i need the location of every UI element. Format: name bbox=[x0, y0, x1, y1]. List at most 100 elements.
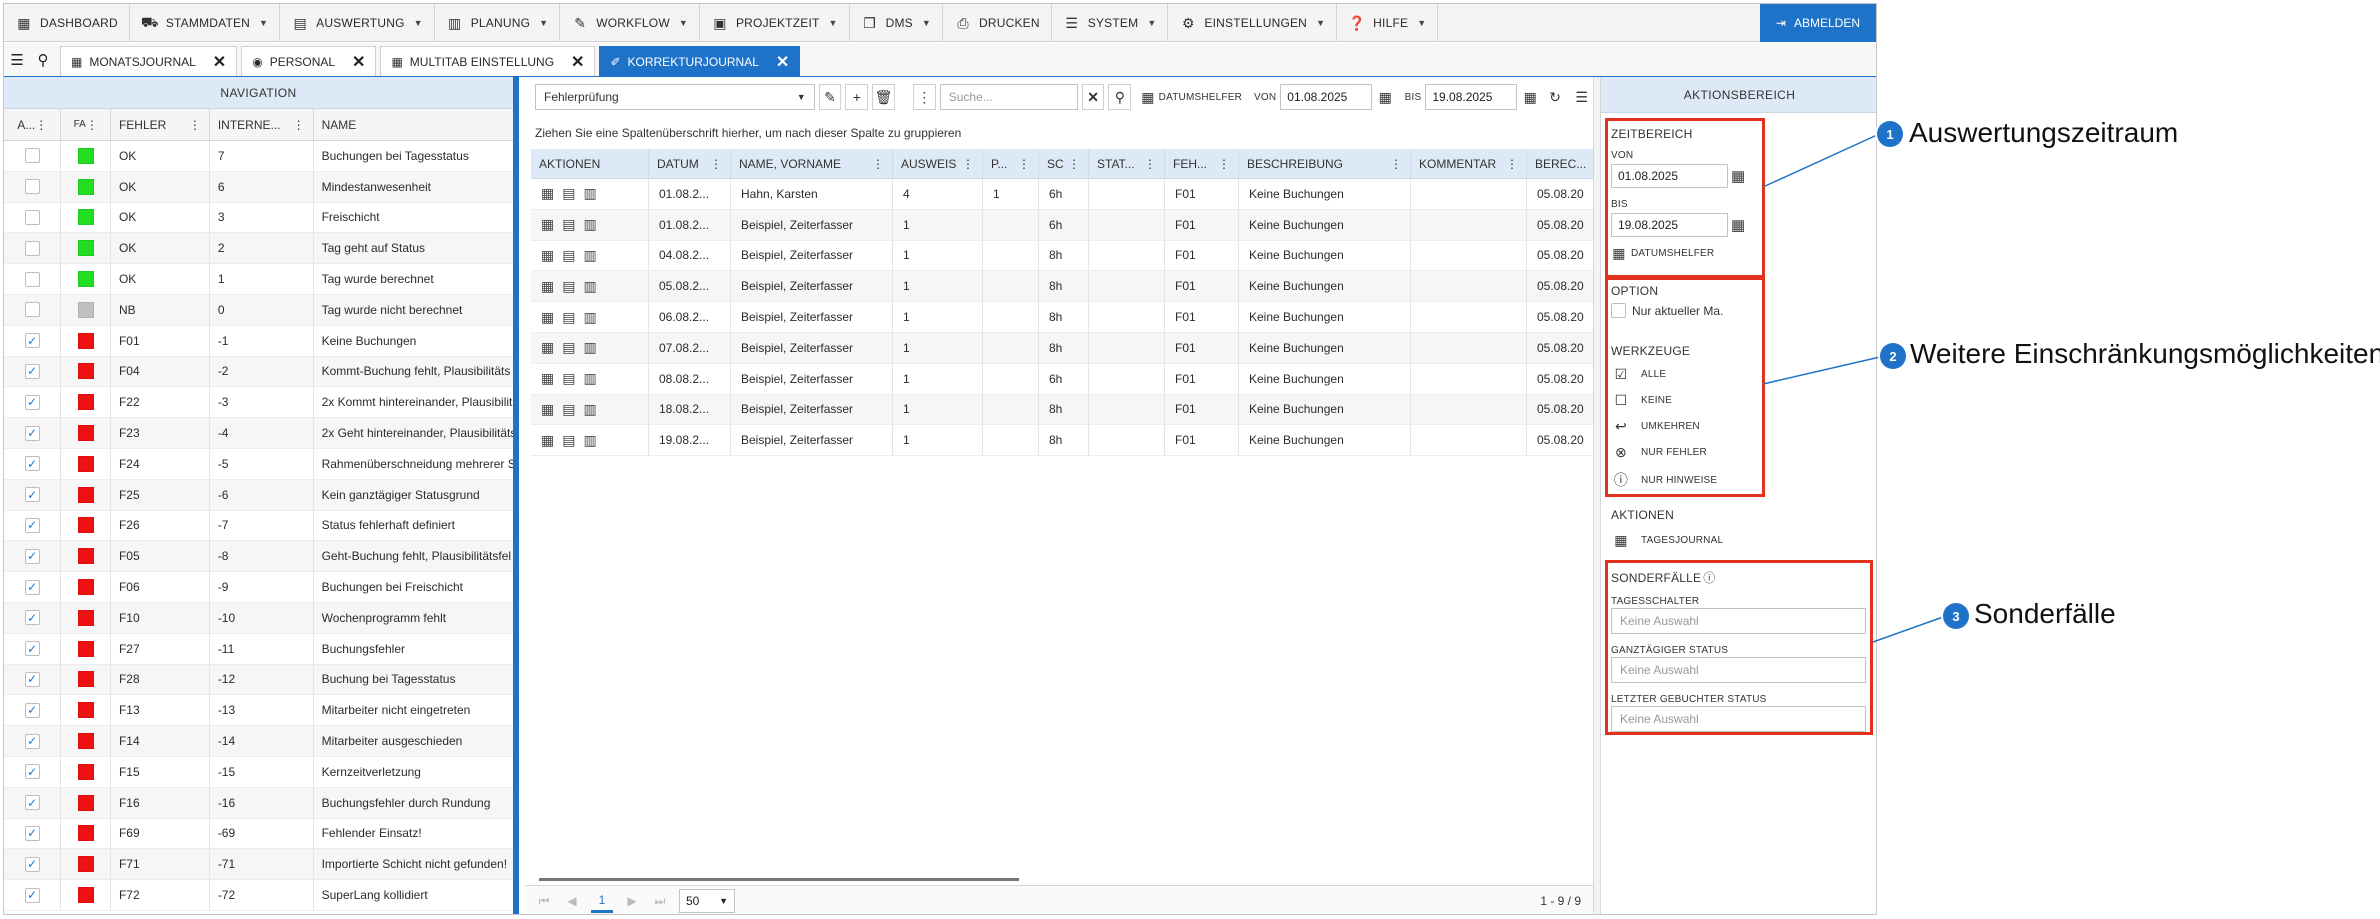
calendar-day-icon[interactable]: ▦ bbox=[541, 432, 554, 449]
row-checkbox[interactable]: ✓ bbox=[24, 610, 40, 626]
kebab-menu-icon[interactable]: ⋮ bbox=[1068, 157, 1080, 171]
kebab-menu-icon[interactable]: ⋮ bbox=[35, 118, 47, 132]
kebab-menu-icon[interactable]: ⋮ bbox=[962, 157, 974, 171]
row-checkbox[interactable]: ✓ bbox=[24, 333, 40, 349]
column-header-intern[interactable]: INTERNE... ⋮ bbox=[210, 109, 314, 140]
calendar-day-icon[interactable]: ▦ bbox=[541, 401, 554, 418]
letzter-status-select[interactable]: Keine Auswahl bbox=[1611, 706, 1866, 732]
kebab-menu-icon[interactable]: ⋮ bbox=[189, 118, 201, 132]
calendar-month-icon[interactable]: ▥ bbox=[583, 185, 596, 202]
row-checkbox[interactable]: ✓ bbox=[24, 641, 40, 657]
calendar-day-icon[interactable]: ▦ bbox=[541, 247, 554, 264]
column-header-beschreibung[interactable]: BESCHREIBUNG ⋮ bbox=[1239, 149, 1411, 178]
navigation-row[interactable]: ✓ F15 -15 Kernzeitverletzung bbox=[4, 756, 513, 788]
menu-drucken[interactable]: ⎙ DRUCKEN bbox=[943, 4, 1052, 42]
next-page-icon[interactable]: ▶ bbox=[623, 894, 641, 908]
von-date-input[interactable]: 01.08.2025 bbox=[1280, 84, 1372, 110]
previous-page-icon[interactable]: ◀ bbox=[563, 894, 581, 908]
calendar-month-icon[interactable]: ▥ bbox=[583, 339, 596, 356]
menu-einstellungen[interactable]: ⚙ EINSTELLUNGEN ▼ bbox=[1168, 4, 1338, 42]
ganztaegiger-status-select[interactable]: Keine Auswahl bbox=[1611, 657, 1866, 683]
logout-button[interactable]: ⇥ ABMELDEN bbox=[1759, 4, 1876, 42]
navigation-row[interactable]: ✓ F25 -6 Kein ganztägiger Statusgrund bbox=[4, 479, 513, 511]
calendar-month-icon[interactable]: ▥ bbox=[583, 370, 596, 387]
row-checkbox[interactable] bbox=[24, 302, 40, 318]
column-header-name[interactable]: NAME bbox=[314, 109, 513, 140]
kebab-menu-icon[interactable]: ⋮ bbox=[1218, 157, 1230, 171]
column-header-status[interactable]: STAT... ⋮ bbox=[1089, 149, 1165, 178]
table-row[interactable]: ▦ ▤ ▥ 07.08.2... Beispiel, Zeiterfasser 1 8h F0… bbox=[531, 332, 1593, 364]
column-header-name[interactable]: NAME, VORNAME ⋮ bbox=[731, 149, 893, 178]
table-row[interactable]: ▦ ▤ ▥ 19.08.2... Beispiel, Zeiterfasser 1 8h F0… bbox=[531, 425, 1593, 457]
column-header-fehler[interactable]: FEHLER ⋮ bbox=[111, 109, 210, 140]
navigation-row[interactable]: ✓ F22 -3 2x Kommt hintereinander, Plausibil… bbox=[4, 387, 513, 419]
search-button[interactable]: ⚲ bbox=[1108, 84, 1132, 110]
delete-button[interactable]: 🗑 bbox=[872, 84, 895, 110]
calendar-picker-icon[interactable]: ▦ bbox=[1731, 167, 1745, 185]
menu-hilfe[interactable]: ❓ HILFE ▼ bbox=[1337, 4, 1439, 42]
row-checkbox[interactable] bbox=[24, 179, 40, 195]
checkbox[interactable] bbox=[1611, 303, 1626, 318]
column-header-berechnet[interactable]: BEREC... bbox=[1527, 149, 1593, 178]
row-checkbox[interactable]: ✓ bbox=[24, 579, 40, 595]
navigation-row[interactable]: ✓ F13 -13 Mitarbeiter nicht eingetreten bbox=[4, 695, 513, 727]
info-circle-icon[interactable]: ⓘ bbox=[1703, 571, 1715, 585]
hamburger-menu-icon[interactable]: ☰ bbox=[4, 43, 30, 76]
page-size-select[interactable]: 50 ▼ bbox=[679, 889, 735, 913]
edit-button[interactable]: ✎ bbox=[818, 84, 842, 110]
navigation-row[interactable]: ✓ F06 -9 Buchungen bei Freischicht bbox=[4, 572, 513, 603]
datumshelfer-button[interactable]: ▦ DATUMSHELFER bbox=[1611, 245, 1714, 262]
panel-splitter[interactable] bbox=[1593, 77, 1601, 914]
navigation-row[interactable]: ✓ F01 -1 Keine Buchungen bbox=[4, 325, 513, 357]
navigation-row[interactable]: ✓ F72 -72 SuperLang kollidiert bbox=[4, 880, 513, 911]
current-page[interactable]: 1 bbox=[591, 889, 613, 913]
table-row[interactable]: ▦ ▤ ▥ 05.08.2... Beispiel, Zeiterfasser 1 8h F0… bbox=[531, 271, 1593, 303]
calendar-day-icon[interactable]: ▦ bbox=[541, 216, 554, 233]
row-checkbox[interactable]: ✓ bbox=[24, 671, 40, 687]
navigation-row[interactable]: OK 7 Buchungen bei Tagesstatus bbox=[4, 141, 513, 172]
calendar-month-icon[interactable]: ▥ bbox=[583, 216, 596, 233]
table-row[interactable]: ▦ ▤ ▥ 18.08.2... Beispiel, Zeiterfasser 1 8h F0… bbox=[531, 394, 1593, 426]
view-select[interactable]: Fehlerprüfung ▼ bbox=[535, 84, 815, 110]
navigation-row[interactable]: OK 3 Freischicht bbox=[4, 202, 513, 234]
calendar-day-icon[interactable]: ▦ bbox=[541, 278, 554, 295]
calendar-edit-icon[interactable]: ▤ bbox=[562, 339, 575, 356]
add-button[interactable]: + bbox=[845, 84, 869, 110]
menu-dms[interactable]: ❐ DMS ▼ bbox=[850, 4, 944, 42]
column-header-datum[interactable]: DATUM ⋮ bbox=[649, 149, 731, 178]
tool-alle[interactable]: ☑ ALLE bbox=[1613, 366, 1666, 383]
row-checkbox[interactable]: ✓ bbox=[24, 702, 40, 718]
navigation-row[interactable]: ✓ F24 -5 Rahmenüberschneidung mehrerer S bbox=[4, 448, 513, 480]
row-checkbox[interactable]: ✓ bbox=[24, 825, 40, 841]
navigation-row[interactable]: ✓ F14 -14 Mitarbeiter ausgeschieden bbox=[4, 726, 513, 757]
column-header-sc[interactable]: SC ⋮ bbox=[1039, 149, 1089, 178]
row-checkbox[interactable]: ✓ bbox=[24, 425, 40, 441]
close-icon[interactable]: ✕ bbox=[352, 52, 365, 72]
calendar-edit-icon[interactable]: ▤ bbox=[562, 401, 575, 418]
tool-keine[interactable]: ☐ KEINE bbox=[1613, 392, 1672, 409]
column-header-kommentar[interactable]: KOMMENTAR ⋮ bbox=[1411, 149, 1527, 178]
calendar-day-icon[interactable]: ▦ bbox=[541, 370, 554, 387]
row-checkbox[interactable] bbox=[24, 148, 40, 164]
nur-aktueller-checkbox[interactable]: Nur aktueller Ma. bbox=[1611, 303, 1723, 318]
navigation-row[interactable]: ✓ F04 -2 Kommt-Buchung fehlt, Plausibilität… bbox=[4, 356, 513, 388]
table-row[interactable]: ▦ ▤ ▥ 04.08.2... Beispiel, Zeiterfasser 1 8h F0… bbox=[531, 240, 1593, 272]
search-icon[interactable]: ⚲ bbox=[30, 43, 56, 76]
tab-monatsjournal[interactable]: ▦ MONATSJOURNAL ✕ bbox=[60, 46, 238, 76]
menu-auswertung[interactable]: ▤ AUSWERTUNG ▼ bbox=[280, 4, 435, 42]
kebab-menu-icon[interactable]: ⋮ bbox=[293, 118, 305, 132]
row-checkbox[interactable]: ✓ bbox=[24, 733, 40, 749]
horizontal-scrollbar[interactable] bbox=[539, 878, 1019, 881]
calendar-edit-icon[interactable]: ▤ bbox=[562, 432, 575, 449]
navigation-row[interactable]: ✓ F27 -11 Buchungsfehler bbox=[4, 633, 513, 665]
row-checkbox[interactable] bbox=[24, 209, 40, 225]
column-header-color[interactable]: FA ⋮ bbox=[61, 109, 111, 140]
more-options-button[interactable]: ⋮ bbox=[912, 84, 936, 110]
row-checkbox[interactable]: ✓ bbox=[24, 795, 40, 811]
datumshelfer-button[interactable]: ▦ DATUMSHELFER bbox=[1141, 89, 1242, 106]
column-header-fehler[interactable]: FEH... ⋮ bbox=[1165, 149, 1239, 178]
group-drop-zone[interactable]: Ziehen Sie eine Spaltenüberschrift hierh… bbox=[525, 117, 1593, 149]
tagesschalter-select[interactable]: Keine Auswahl bbox=[1611, 608, 1866, 634]
row-checkbox[interactable]: ✓ bbox=[24, 517, 40, 533]
calendar-day-icon[interactable]: ▦ bbox=[541, 309, 554, 326]
